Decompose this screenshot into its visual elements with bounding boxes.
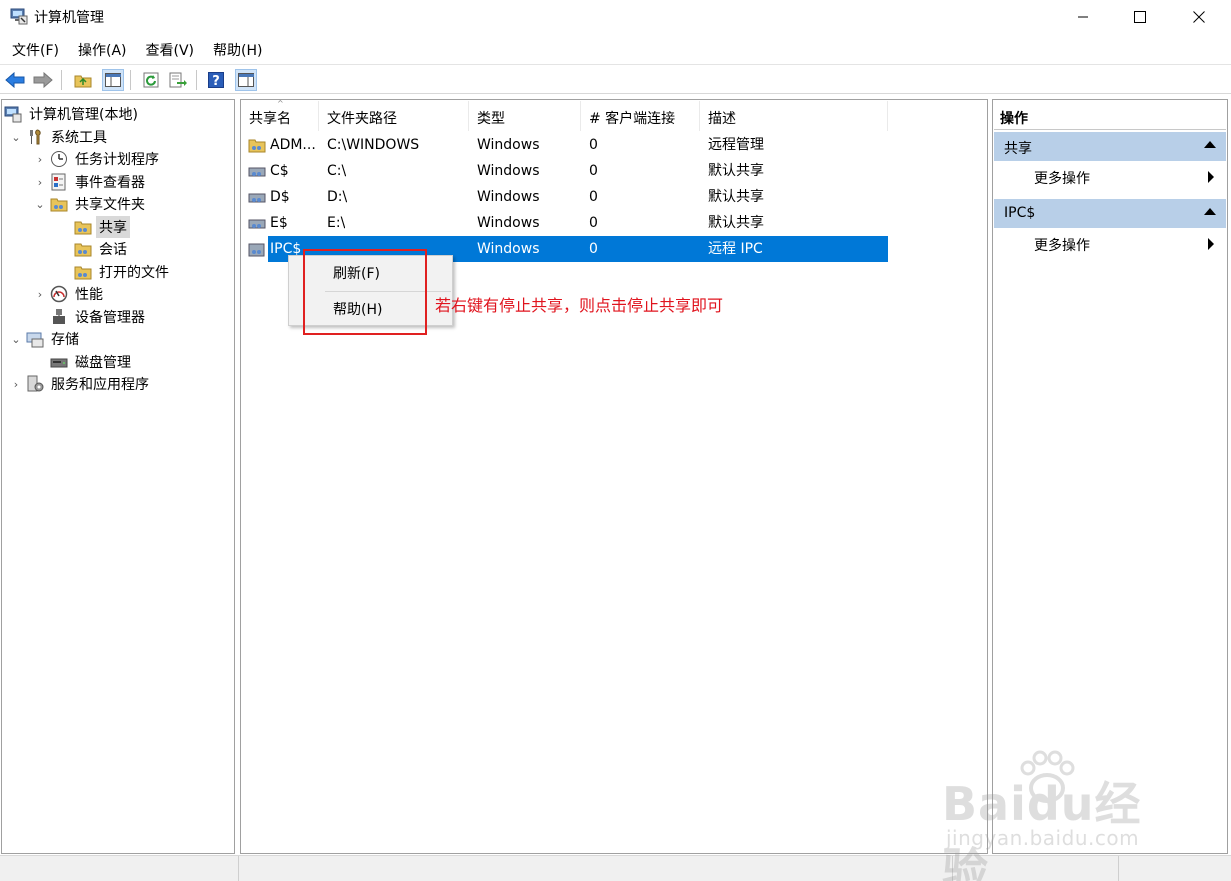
tree-node-storage[interactable]: ⌄ 存储: [10, 328, 82, 350]
column-header-share-name[interactable]: ^ 共享名: [241, 99, 319, 131]
actions-group-ipc[interactable]: IPC$: [994, 199, 1226, 228]
tree-node-open-files[interactable]: 打开的文件: [58, 261, 172, 283]
drive-share-icon: [248, 189, 266, 205]
column-header-type[interactable]: 类型: [469, 101, 581, 131]
shared-folder-icon: [74, 218, 92, 236]
computer-management-icon: [4, 105, 22, 123]
shares-list: ^ 共享名 文件夹路径 类型 # 客户端连接 描述 ADM... C:\WIND…: [240, 99, 988, 854]
status-bar: [0, 855, 1231, 881]
help-icon[interactable]: ?: [205, 69, 227, 91]
drive-share-icon: [248, 215, 266, 231]
actions-pane: 操作 共享 更多操作 IPC$ 更多操作: [992, 99, 1228, 854]
export-list-icon[interactable]: [167, 69, 189, 91]
table-row[interactable]: C$ C:\ Windows 0 默认共享: [245, 158, 888, 184]
submenu-arrow-icon: [1208, 171, 1214, 183]
tree-node-performance[interactable]: › 性能: [34, 283, 106, 305]
table-row[interactable]: E$ E:\ Windows 0 默认共享: [245, 210, 888, 236]
tree-node-shares[interactable]: 共享: [58, 216, 130, 238]
highlight-box: [303, 249, 427, 335]
open-files-folder-icon: [74, 263, 92, 281]
expand-chevron-icon[interactable]: ›: [10, 378, 22, 391]
ipc-share-icon: [248, 241, 266, 257]
actions-pane-title: 操作: [994, 102, 1226, 130]
toolbar: ?: [0, 64, 1231, 94]
menu-file[interactable]: 文件(F): [4, 36, 67, 62]
disk-icon: [50, 353, 68, 371]
menu-action[interactable]: 操作(A): [70, 36, 135, 62]
collapse-chevron-icon[interactable]: ⌄: [34, 198, 46, 211]
tree-node-shared-folders[interactable]: ⌄ 共享文件夹: [34, 193, 148, 215]
tree-node-disk-management[interactable]: 磁盘管理: [34, 351, 134, 373]
column-header-description[interactable]: 描述: [700, 101, 888, 131]
collapse-triangle-icon[interactable]: [1204, 141, 1216, 148]
close-button[interactable]: [1176, 0, 1222, 34]
services-icon: [26, 375, 44, 393]
minimize-button[interactable]: [1060, 0, 1106, 34]
tree-node-task-scheduler[interactable]: › 任务计划程序: [34, 148, 162, 170]
title-bar: 计算机管理: [0, 0, 1231, 34]
more-actions-shares[interactable]: 更多操作: [994, 163, 1226, 189]
tree-node-system-tools[interactable]: ⌄ 系统工具: [10, 126, 110, 148]
storage-icon: [26, 330, 44, 348]
refresh-icon[interactable]: [140, 69, 162, 91]
computer-management-icon: [10, 7, 28, 25]
collapse-chevron-icon[interactable]: ⌄: [10, 333, 22, 346]
up-folder-icon[interactable]: [72, 69, 94, 91]
tree-node-root[interactable]: 计算机管理(本地): [4, 103, 141, 125]
tree-node-device-manager[interactable]: 设备管理器: [34, 306, 148, 328]
expand-chevron-icon[interactable]: ›: [34, 176, 46, 189]
clock-icon: [50, 150, 68, 168]
column-header-folder-path[interactable]: 文件夹路径: [319, 101, 469, 131]
shared-folder-icon: [50, 195, 68, 213]
maximize-button[interactable]: [1117, 0, 1163, 34]
column-header-client-connections[interactable]: # 客户端连接: [581, 101, 700, 131]
menu-view[interactable]: 查看(V): [138, 36, 203, 62]
tree-node-sessions[interactable]: 会话: [58, 238, 130, 260]
svg-text:?: ?: [212, 74, 220, 88]
more-actions-ipc[interactable]: 更多操作: [994, 230, 1226, 256]
performance-gauge-icon: [50, 285, 68, 303]
table-row[interactable]: ADM... C:\WINDOWS Windows 0 远程管理: [245, 132, 888, 158]
menu-bar: 文件(F) 操作(A) 查看(V) 帮助(H): [0, 36, 1231, 62]
tools-icon: [26, 128, 44, 146]
window-title: 计算机管理: [34, 10, 104, 26]
sessions-folder-icon: [74, 240, 92, 258]
back-icon[interactable]: [4, 69, 26, 91]
event-viewer-icon: [50, 173, 68, 191]
table-row[interactable]: D$ D:\ Windows 0 默认共享: [245, 184, 888, 210]
show-hide-tree-icon[interactable]: [102, 69, 124, 91]
device-manager-icon: [50, 308, 68, 326]
forward-icon[interactable]: [32, 69, 54, 91]
actions-group-shares[interactable]: 共享: [994, 132, 1226, 161]
sort-up-icon: ^: [277, 99, 284, 108]
tree-node-services-apps[interactable]: › 服务和应用程序: [10, 373, 152, 395]
navigation-tree: 计算机管理(本地) ⌄ 系统工具 › 任务计划程序 › 事件查看器 ⌄ 共享文件…: [1, 99, 235, 854]
tree-node-event-viewer[interactable]: › 事件查看器: [34, 171, 148, 193]
drive-share-icon: [248, 163, 266, 179]
menu-help[interactable]: 帮助(H): [205, 36, 270, 62]
show-action-pane-icon[interactable]: [235, 69, 257, 91]
submenu-arrow-icon: [1208, 238, 1214, 250]
collapse-triangle-icon[interactable]: [1204, 208, 1216, 215]
share-folder-icon: [248, 137, 266, 153]
expand-chevron-icon[interactable]: ›: [34, 153, 46, 166]
annotation-text: 若右键有停止共享，则点击停止共享即可: [435, 296, 724, 315]
collapse-chevron-icon[interactable]: ⌄: [10, 131, 22, 144]
expand-chevron-icon[interactable]: ›: [34, 288, 46, 301]
